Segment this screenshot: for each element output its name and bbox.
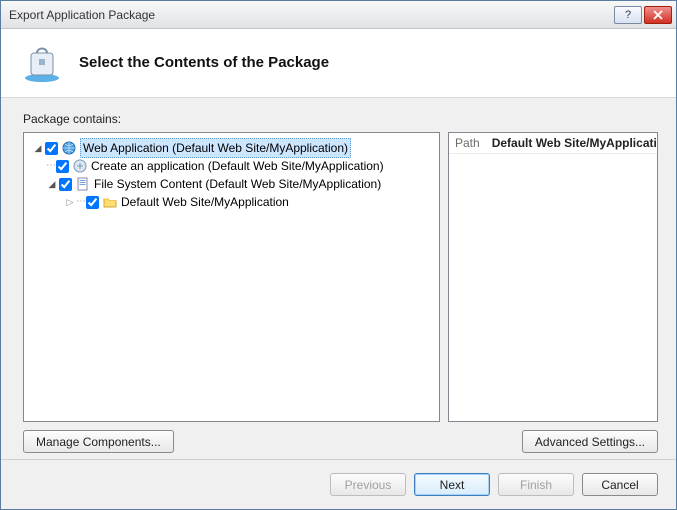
finish-button[interactable]: Finish xyxy=(498,473,574,496)
checkbox[interactable] xyxy=(45,142,58,155)
window-title: Export Application Package xyxy=(9,8,612,22)
details-grid: Path Default Web Site/MyApplication xyxy=(449,133,658,154)
package-tree: ◢ Web Application (Default Web Site/MyAp… xyxy=(24,133,439,217)
close-button[interactable] xyxy=(644,6,672,24)
expander-icon[interactable]: ◢ xyxy=(46,175,58,193)
checkbox[interactable] xyxy=(86,196,99,209)
header-title: Select the Contents of the Package xyxy=(79,54,329,71)
mid-button-row: Manage Components... Advanced Settings..… xyxy=(23,430,658,453)
help-button[interactable]: ? xyxy=(614,6,642,24)
checkbox[interactable] xyxy=(56,160,69,173)
tree-node-label: Web Application (Default Web Site/MyAppl… xyxy=(80,138,351,158)
tree-node-folder[interactable]: ▷ ⋯ Default Web Site/MyApplication xyxy=(28,193,435,211)
globe-icon xyxy=(61,140,77,156)
close-icon xyxy=(653,10,663,20)
header-area: Select the Contents of the Package xyxy=(1,29,676,98)
details-row: Path Default Web Site/MyApplication xyxy=(449,133,658,154)
tree-connector: ⋯ xyxy=(46,157,55,175)
tree-node-label: Create an application (Default Web Site/… xyxy=(91,157,384,175)
expander-icon[interactable]: ▷ xyxy=(64,193,76,211)
next-button[interactable]: Next xyxy=(414,473,490,496)
tree-node-root[interactable]: ◢ Web Application (Default Web Site/MyAp… xyxy=(28,139,435,157)
dialog-window: Export Application Package ? Select the … xyxy=(0,0,677,510)
tree-node-fs-content[interactable]: ◢ File System Content (Default Web Site/… xyxy=(28,175,435,193)
content-icon xyxy=(75,176,91,192)
details-key: Path xyxy=(449,133,486,154)
panels: ◢ Web Application (Default Web Site/MyAp… xyxy=(23,132,658,422)
tree-pane[interactable]: ◢ Web Application (Default Web Site/MyAp… xyxy=(23,132,440,422)
footer-button-row: Previous Next Finish Cancel xyxy=(1,459,676,509)
details-value: Default Web Site/MyApplication xyxy=(486,133,658,154)
tree-node-label: File System Content (Default Web Site/My… xyxy=(94,175,381,193)
application-icon xyxy=(72,158,88,174)
tree-node-label: Default Web Site/MyApplication xyxy=(121,193,289,211)
advanced-settings-button[interactable]: Advanced Settings... xyxy=(522,430,658,453)
body-area: Package contains: ◢ Web Application (Def… xyxy=(1,98,676,459)
previous-button[interactable]: Previous xyxy=(330,473,406,496)
titlebar: Export Application Package ? xyxy=(1,1,676,29)
tree-connector: ⋯ xyxy=(76,193,85,211)
package-icon xyxy=(21,41,63,83)
checkbox[interactable] xyxy=(59,178,72,191)
tree-node-create-app[interactable]: ⋯ Create an application (Default Web Sit… xyxy=(28,157,435,175)
expander-icon[interactable]: ◢ xyxy=(32,139,44,157)
cancel-button[interactable]: Cancel xyxy=(582,473,658,496)
folder-icon xyxy=(102,194,118,210)
details-pane: Path Default Web Site/MyApplication xyxy=(448,132,658,422)
contents-label: Package contains: xyxy=(23,112,658,126)
manage-components-button[interactable]: Manage Components... xyxy=(23,430,174,453)
